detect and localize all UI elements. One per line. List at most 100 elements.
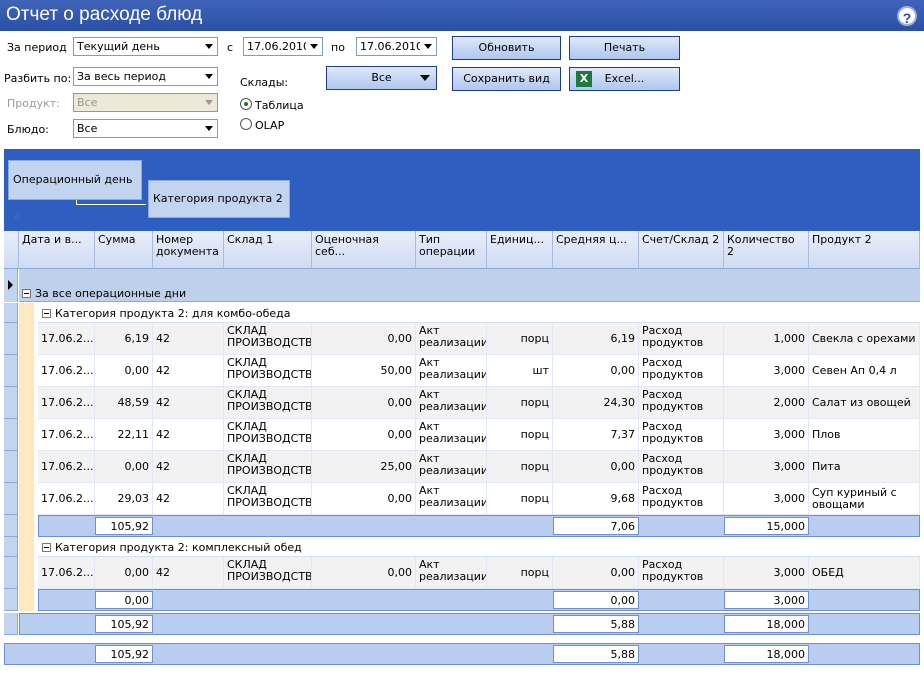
row-selector[interactable]	[4, 419, 18, 451]
grouping-panel: Операционный день A Категория продукта 2…	[4, 149, 920, 241]
help-icon[interactable]: ?	[897, 6, 917, 26]
cell-qty: 1,000	[724, 323, 809, 355]
col-header-doc-number[interactable]: Номер документа	[153, 231, 224, 269]
chevron-down-icon	[201, 95, 216, 110]
group-total-row-sum: 0,00	[95, 591, 153, 609]
product-select: Все	[73, 93, 218, 112]
row-selector[interactable]	[4, 537, 18, 557]
col-header-unit[interactable]: Единиц...	[487, 231, 553, 269]
cell-qty: 3,000	[724, 557, 809, 589]
cell-store: СКЛАД ПРОИЗВОДСТВА	[224, 483, 312, 515]
col-header-op-type[interactable]: Тип операции	[416, 231, 487, 269]
cell-sum: 0,00	[95, 557, 153, 589]
cell-qty: 3,000	[724, 483, 809, 515]
cell-product: Плов	[809, 419, 920, 451]
group-total-row-qty: 15,000	[724, 517, 809, 535]
cell-acct: Расход продуктов	[639, 419, 724, 451]
group-indent	[19, 387, 34, 419]
from-date-picker[interactable]: 17.06.2010	[243, 37, 323, 56]
save-view-button[interactable]: Сохранить вид	[452, 67, 561, 91]
dish-value: Все	[77, 122, 98, 135]
view-olap-radio[interactable]	[240, 118, 252, 130]
row-selector[interactable]	[4, 451, 18, 483]
col-header-sum[interactable]: Сумма	[95, 231, 153, 269]
cell-unit: порц	[487, 323, 553, 355]
category-group-label: Категория продукта 2: комплексный обед	[55, 541, 302, 554]
row-selector[interactable]	[4, 613, 18, 635]
cell-date: 17.06.2...	[38, 451, 95, 483]
category-group-row[interactable]: Категория продукта 2: комплексный обед	[38, 537, 920, 557]
warehouses-value: Все	[371, 71, 392, 84]
cell-sum: 0,00	[95, 451, 153, 483]
collapse-icon[interactable]	[42, 543, 51, 552]
collapse-icon[interactable]	[22, 289, 31, 298]
cell-doc: 42	[153, 557, 224, 589]
cell-unit: порц	[487, 483, 553, 515]
cell-avg: 0,00	[553, 557, 639, 589]
cell-unit: шт	[487, 355, 553, 387]
group-chip-label: Категория продукта 2	[153, 192, 283, 205]
period-value: Текущий день	[77, 40, 160, 53]
excel-button[interactable]: X Excel...	[569, 67, 680, 91]
col-header-qty[interactable]: Количество 2	[724, 231, 809, 269]
col-header-avg-price[interactable]: Средняя ц...	[553, 231, 639, 269]
day-total-row-avg: 5,88	[553, 615, 639, 633]
cell-product: ОБЕД	[809, 557, 920, 589]
col-header-est-cost[interactable]: Оценочная себ...	[312, 231, 416, 269]
split-select[interactable]: За весь период	[73, 67, 218, 86]
day-total-row-sum: 105,92	[95, 615, 153, 633]
cell-doc: 42	[153, 419, 224, 451]
cell-qty: 3,000	[724, 451, 809, 483]
cell-date: 17.06.2...	[38, 323, 95, 355]
cell-op: Акт реализации	[416, 557, 487, 589]
row-selector[interactable]	[4, 387, 18, 419]
group-indent	[19, 303, 34, 323]
group-indent	[19, 557, 34, 589]
view-olap-label: OLAP	[255, 119, 285, 132]
row-selector[interactable]	[4, 515, 18, 537]
group-indent	[19, 323, 34, 355]
dish-select[interactable]: Все	[73, 119, 218, 138]
view-table-radio[interactable]	[240, 98, 252, 110]
row-selector[interactable]	[4, 323, 18, 355]
cell-store: СКЛАД ПРОИЗВОДСТВА	[224, 451, 312, 483]
cell-doc: 42	[153, 451, 224, 483]
period-label: За период	[7, 41, 67, 54]
row-selector[interactable]	[4, 303, 18, 323]
cell-qty: 3,000	[724, 355, 809, 387]
cell-avg: 0,00	[553, 355, 639, 387]
refresh-button[interactable]: Обновить	[452, 36, 561, 60]
category-group-row[interactable]: Категория продукта 2: для комбо-обеда	[38, 303, 920, 323]
warehouses-label: Склады:	[240, 76, 289, 89]
sort-asc-icon: A	[13, 213, 20, 224]
warehouses-dropdown[interactable]: Все	[326, 66, 437, 90]
view-table-label: Таблица	[255, 99, 304, 112]
row-selector[interactable]	[4, 589, 18, 611]
group-chip-product-category[interactable]: Категория продукта 2 A	[148, 180, 290, 241]
row-selector[interactable]	[4, 483, 18, 515]
col-header-account[interactable]: Счет/Склад 2	[639, 231, 724, 269]
cell-doc: 42	[153, 483, 224, 515]
row-selector[interactable]	[4, 269, 18, 302]
col-header-product[interactable]: Продукт 2	[809, 231, 920, 269]
chevron-down-icon	[201, 69, 216, 84]
period-select[interactable]: Текущий день	[73, 37, 218, 56]
cell-acct: Расход продуктов	[639, 557, 724, 589]
print-button[interactable]: Печать	[569, 36, 680, 60]
cell-doc: 42	[153, 355, 224, 387]
row-selector[interactable]	[4, 355, 18, 387]
row-selector[interactable]	[4, 557, 18, 589]
to-date-picker[interactable]: 17.06.2010	[356, 37, 437, 56]
group-row-all-days[interactable]: За все операционные дни	[19, 269, 920, 302]
cell-cost: 50,00	[312, 355, 416, 387]
cell-acct: Расход продуктов	[639, 355, 724, 387]
group-chip-operational-day[interactable]: Операционный день A	[8, 160, 142, 224]
collapse-icon[interactable]	[42, 309, 51, 318]
col-header-store[interactable]: Склад 1	[224, 231, 312, 269]
col-header-date[interactable]: Дата и в...	[19, 231, 95, 269]
group-indent	[19, 419, 34, 451]
cell-doc: 42	[153, 387, 224, 419]
group-row-label: За все операционные дни	[35, 287, 187, 300]
product-label: Продукт:	[7, 97, 60, 110]
cell-cost: 0,00	[312, 387, 416, 419]
